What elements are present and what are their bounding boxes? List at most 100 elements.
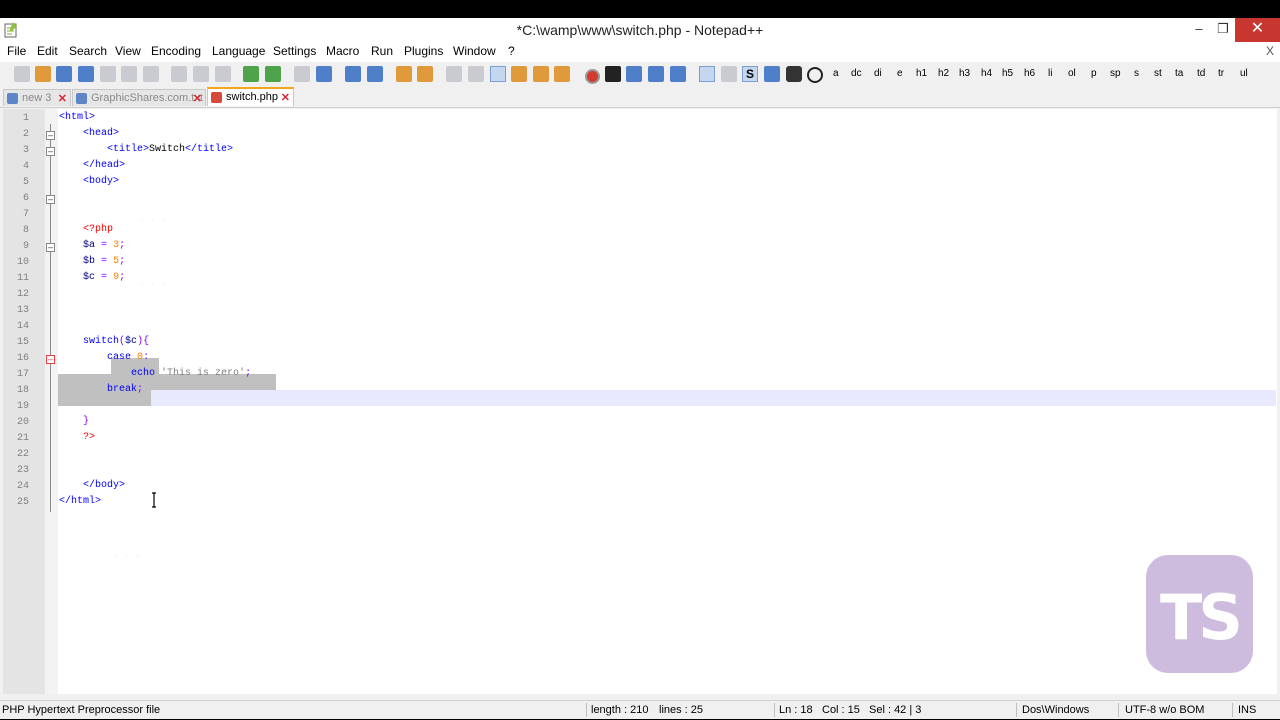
html-tag-p[interactable]: p bbox=[1091, 68, 1097, 79]
status-lines: lines : 25 bbox=[659, 704, 704, 716]
menu-search[interactable]: Search bbox=[69, 44, 107, 58]
code-line: <body> bbox=[59, 174, 119, 190]
print-icon[interactable] bbox=[143, 66, 159, 82]
menu-macro[interactable]: Macro bbox=[326, 44, 359, 58]
macro-save-icon[interactable] bbox=[670, 66, 686, 82]
html-tag-td[interactable]: td bbox=[1197, 68, 1205, 79]
html-tag-h5[interactable]: h5 bbox=[1002, 68, 1013, 79]
cut-icon[interactable] bbox=[171, 66, 187, 82]
code-token: ){ bbox=[137, 336, 150, 347]
menu-view[interactable]: View bbox=[115, 44, 141, 58]
fold-toggle-body[interactable]: – bbox=[46, 195, 55, 204]
new-icon[interactable] bbox=[14, 66, 30, 82]
close-document-x-icon[interactable]: X bbox=[1266, 44, 1274, 58]
code-line: $a = 3; bbox=[59, 238, 125, 254]
status-col: Col : 15 bbox=[822, 704, 860, 716]
indent-guide-icon[interactable] bbox=[490, 66, 506, 82]
fold-toggle-html[interactable]: – bbox=[46, 131, 55, 140]
menu-encoding[interactable]: Encoding bbox=[151, 44, 201, 58]
macro-stop-icon[interactable] bbox=[605, 66, 621, 82]
zoom-out-icon[interactable] bbox=[367, 66, 383, 82]
html-tag-h6[interactable]: h6 bbox=[1024, 68, 1035, 79]
menu-settings[interactable]: Settings bbox=[273, 44, 316, 58]
tab-close-icon[interactable]: ✕ bbox=[193, 91, 202, 108]
save-all-icon[interactable] bbox=[78, 66, 94, 82]
save-icon[interactable] bbox=[56, 66, 72, 82]
html-tag-ol[interactable]: ol bbox=[1068, 68, 1076, 79]
html-tag-s[interactable]: s bbox=[1134, 68, 1139, 79]
html-tag-tr[interactable]: tr bbox=[1218, 68, 1224, 79]
menu-edit[interactable]: Edit bbox=[37, 44, 58, 58]
html-tag-h2[interactable]: h2 bbox=[938, 68, 949, 79]
close-window-button[interactable]: ✕ bbox=[1235, 18, 1280, 42]
close-icon[interactable] bbox=[100, 66, 116, 82]
restore-button[interactable]: ❐ bbox=[1208, 18, 1238, 42]
menu-window[interactable]: Window bbox=[453, 44, 496, 58]
redo-icon[interactable] bbox=[265, 66, 281, 82]
html-tag-h1[interactable]: h1 bbox=[916, 68, 927, 79]
copy-icon[interactable] bbox=[193, 66, 209, 82]
spell-check-icon[interactable] bbox=[699, 66, 715, 82]
fold-toggle-php[interactable]: – bbox=[46, 243, 55, 252]
text-cursor-icon bbox=[152, 492, 156, 508]
show-all-chars-icon[interactable] bbox=[468, 66, 484, 82]
sync-h-icon[interactable] bbox=[417, 66, 433, 82]
html-tag-li[interactable]: li bbox=[1048, 68, 1052, 79]
html-tag-e[interactable]: e bbox=[897, 68, 903, 79]
s-plugin-icon[interactable]: S bbox=[742, 66, 758, 82]
fold-toggle-head[interactable]: – bbox=[46, 147, 55, 156]
plugin-icon[interactable] bbox=[764, 66, 780, 82]
tab-close-icon[interactable]: ✕ bbox=[281, 90, 290, 107]
fold-toggle-switch[interactable]: – bbox=[46, 355, 55, 364]
html-tag-h3[interactable]: h3 bbox=[959, 68, 970, 79]
undo-icon[interactable] bbox=[243, 66, 259, 82]
tab-graphicshares[interactable]: GraphicShares.com.txt ✕ bbox=[72, 89, 206, 106]
html-tag-sp[interactable]: sp bbox=[1110, 68, 1121, 79]
zoom-in-icon[interactable] bbox=[345, 66, 361, 82]
word-wrap-icon[interactable] bbox=[446, 66, 462, 82]
menu-help[interactable]: ? bbox=[508, 44, 515, 58]
find-icon[interactable] bbox=[294, 66, 310, 82]
status-encoding: UTF-8 w/o BOM bbox=[1125, 704, 1205, 716]
macro-run-multiple-icon[interactable] bbox=[648, 66, 664, 82]
doc-map-icon[interactable] bbox=[511, 66, 527, 82]
code-token: </body> bbox=[83, 480, 126, 491]
title-bar: *C:\wamp\www\switch.php - Notepad++ – ❐ … bbox=[0, 18, 1280, 42]
menu-plugins[interactable]: Plugins bbox=[404, 44, 443, 58]
target-icon[interactable] bbox=[807, 67, 823, 83]
paste-icon[interactable] bbox=[215, 66, 231, 82]
line-number: 11 bbox=[16, 273, 29, 284]
code-token: $b bbox=[83, 256, 96, 267]
html-tag-a[interactable]: a bbox=[833, 68, 839, 79]
code-editor[interactable]: – – – – – 1 <html> 2 <head> 3 <title>Switch… bbox=[3, 109, 1277, 694]
tab-switch-php[interactable]: switch.php ✕ bbox=[207, 87, 294, 106]
spell-options-icon[interactable] bbox=[721, 66, 737, 82]
html-tag-dc[interactable]: dc bbox=[851, 68, 862, 79]
macro-record-icon[interactable] bbox=[585, 69, 600, 84]
binoculars-icon[interactable] bbox=[786, 66, 802, 82]
tab-label: switch.php bbox=[226, 91, 278, 103]
menu-file[interactable]: File bbox=[7, 44, 26, 58]
close-all-icon[interactable] bbox=[121, 66, 137, 82]
menu-language[interactable]: Language bbox=[212, 44, 265, 58]
html-tag-h4[interactable]: h4 bbox=[981, 68, 992, 79]
replace-icon[interactable] bbox=[316, 66, 332, 82]
tab-new-3[interactable]: new 3 ✕ bbox=[3, 89, 71, 106]
folder-icon[interactable] bbox=[533, 66, 549, 82]
menu-run[interactable]: Run bbox=[371, 44, 393, 58]
sync-v-icon[interactable] bbox=[396, 66, 412, 82]
html-tag-ul[interactable]: ul bbox=[1240, 68, 1248, 79]
html-tag-st[interactable]: st bbox=[1154, 68, 1162, 79]
line-number: 20 bbox=[16, 417, 29, 428]
tab-close-icon[interactable]: ✕ bbox=[58, 91, 67, 108]
open-icon[interactable] bbox=[35, 66, 51, 82]
function-list-icon[interactable] bbox=[554, 66, 570, 82]
line-number: 16 bbox=[16, 353, 29, 364]
code-token: ; bbox=[119, 256, 126, 267]
macro-play-icon[interactable] bbox=[626, 66, 642, 82]
line-number: 7 bbox=[22, 209, 29, 220]
html-tag-di[interactable]: di bbox=[874, 68, 882, 79]
html-tag-ta[interactable]: ta bbox=[1175, 68, 1183, 79]
